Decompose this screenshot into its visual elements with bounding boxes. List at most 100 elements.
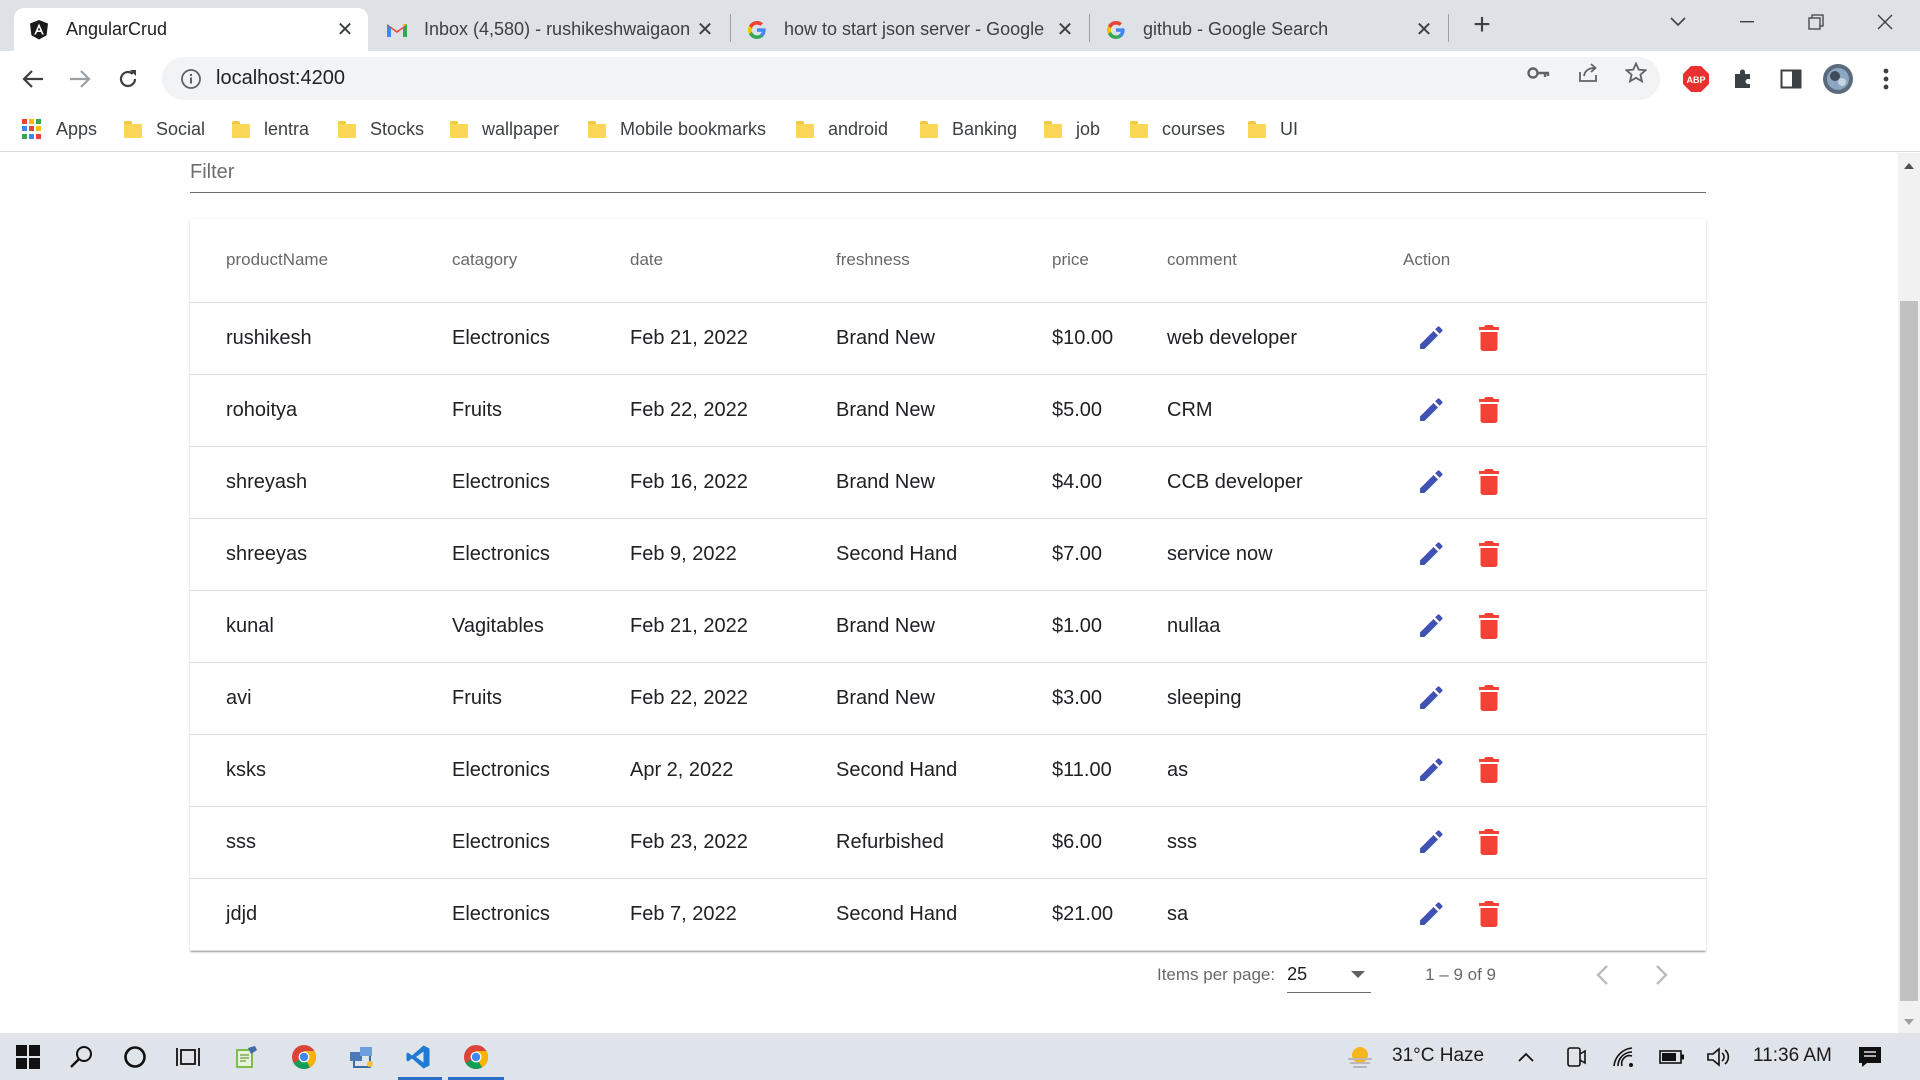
bookmark-stocks[interactable]: Stocks [338,116,424,142]
row-actions [1403,322,1706,354]
delete-button[interactable] [1475,538,1503,570]
share-icon[interactable] [1576,61,1600,85]
profile-avatar[interactable] [1822,63,1854,95]
bookmark-courses[interactable]: courses [1130,116,1225,142]
network-app-icon[interactable] [346,1041,378,1073]
edit-button[interactable] [1417,322,1445,354]
delete-button[interactable] [1475,682,1503,714]
windows-start-icon[interactable] [12,1041,44,1073]
adblock-icon[interactable]: ABP [1680,63,1712,95]
close-tab-icon[interactable]: ✕ [1054,17,1076,42]
side-panel-icon[interactable] [1775,63,1807,95]
table-row: shreeyas Electronics Feb 9, 2022 Second Han… [190,518,1706,591]
next-page-button[interactable] [1644,957,1680,993]
show-hidden-icons-icon[interactable] [1510,1041,1542,1073]
vscode-icon[interactable] [402,1041,434,1073]
address-bar[interactable]: localhost:4200 [162,57,1660,100]
category-cell: Electronics [452,878,630,951]
browser-menu-icon[interactable] [1870,63,1902,95]
notifications-icon[interactable] [1854,1041,1886,1073]
category-cell: Electronics [452,734,630,807]
column-header-comment[interactable]: comment [1167,219,1403,303]
close-tab-icon[interactable]: ✕ [694,17,716,42]
action-cell [1403,662,1706,735]
site-info-icon[interactable] [180,68,202,90]
column-header-freshness[interactable]: freshness [836,219,1052,303]
back-icon[interactable] [17,63,49,95]
password-key-icon[interactable] [1527,61,1551,85]
bookmark-banking[interactable]: Banking [920,116,1017,142]
weather-text[interactable]: 31°C Haze [1392,1045,1484,1067]
close-tab-icon[interactable]: ✕ [334,17,356,42]
edit-button[interactable] [1417,682,1445,714]
delete-button[interactable] [1475,898,1503,930]
edit-button[interactable] [1417,538,1445,570]
edit-icon [1420,830,1443,853]
bookmark-ui[interactable]: UI [1248,116,1298,142]
scroll-down-arrow-icon[interactable] [1904,1019,1914,1025]
edit-button[interactable] [1417,610,1445,642]
price-cell: $11.00 [1052,734,1167,807]
filter-input[interactable] [190,153,1706,191]
battery-icon[interactable] [1656,1041,1688,1073]
extensions-icon[interactable] [1727,63,1759,95]
freshness-cell: Second Hand [836,734,1052,807]
chrome-icon[interactable] [288,1041,320,1073]
weather-haze-icon[interactable] [1344,1041,1376,1073]
previous-page-button[interactable] [1584,957,1620,993]
column-header-price[interactable]: price [1052,219,1167,303]
bookmark-android[interactable]: android [796,116,888,142]
bookmark-wallpaper[interactable]: wallpaper [450,116,559,142]
edit-button[interactable] [1417,394,1445,426]
delete-button[interactable] [1475,610,1503,642]
notepad-icon[interactable] [230,1041,262,1073]
delete-button[interactable] [1475,322,1503,354]
column-header-catagory[interactable]: catagory [452,219,630,303]
tab-google-json-server[interactable]: how to start json server - Google ✕ [732,8,1088,51]
delete-button[interactable] [1475,826,1503,858]
task-view-icon[interactable] [172,1041,204,1073]
delete-button[interactable] [1475,394,1503,426]
bookmark-label: lentra [264,118,310,139]
tab-google-github[interactable]: github - Google Search ✕ [1091,8,1447,51]
bookmark-apps[interactable]: Apps [22,116,97,142]
bookmark-lentra[interactable]: lentra [232,116,309,142]
edit-button[interactable] [1417,826,1445,858]
bookmark-job[interactable]: job [1044,116,1100,142]
row-actions [1403,466,1706,498]
tab-gmail[interactable]: Inbox (4,580) - rushikeshwaigaon ✕ [372,8,728,51]
bookmark-social[interactable]: Social [124,116,205,142]
row-actions [1403,610,1706,642]
table-row: rushikesh Electronics Feb 21, 2022 Brand Ne… [190,302,1706,375]
page-scrollbar[interactable] [1898,153,1920,1033]
search-icon[interactable] [66,1041,98,1073]
new-tab-button[interactable]: + [1466,10,1498,42]
minimize-icon[interactable] [1725,4,1769,40]
tab-search-icon[interactable] [1656,4,1700,40]
cortana-icon[interactable] [119,1041,151,1073]
edit-button[interactable] [1417,466,1445,498]
bookmark-mobile[interactable]: Mobile bookmarks [588,116,766,142]
bookmark-star-icon[interactable] [1624,61,1648,85]
chrome-active-icon[interactable] [460,1041,492,1073]
edit-button[interactable] [1417,754,1445,786]
scroll-up-arrow-icon[interactable] [1904,163,1914,169]
reload-icon[interactable] [112,63,144,95]
wifi-icon[interactable] [1608,1041,1640,1073]
column-header-productname[interactable]: productName [190,219,452,303]
edit-button[interactable] [1417,898,1445,930]
column-header-date[interactable]: date [630,219,836,303]
volume-icon[interactable] [1702,1041,1734,1073]
meet-now-icon[interactable] [1560,1041,1592,1073]
tab-angularcrud[interactable]: AngularCrud ✕ [14,8,368,51]
delete-button[interactable] [1475,754,1503,786]
restore-icon[interactable] [1794,4,1838,40]
clock-time[interactable]: 11:36 AM [1753,1045,1832,1067]
close-window-icon[interactable] [1863,4,1907,40]
delete-button[interactable] [1475,466,1503,498]
filter-field[interactable] [190,153,1706,193]
page-size-select[interactable]: 25 [1287,957,1372,993]
scrollbar-thumb[interactable] [1900,301,1918,1001]
close-tab-icon[interactable]: ✕ [1413,17,1435,42]
forward-icon[interactable] [64,63,96,95]
